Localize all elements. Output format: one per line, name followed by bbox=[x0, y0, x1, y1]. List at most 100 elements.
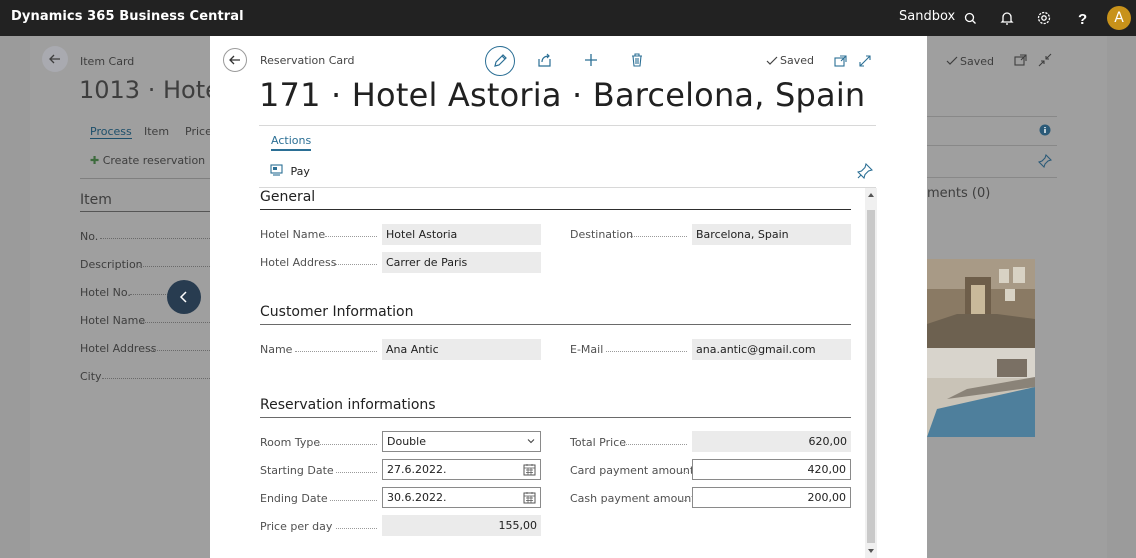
field-dots bbox=[130, 294, 170, 295]
card-content: General Hotel Name Hotel Astoria Hotel A… bbox=[250, 186, 876, 558]
section-customer-title[interactable]: Customer Information bbox=[260, 304, 414, 320]
background-divider bbox=[927, 145, 1057, 146]
field-dots bbox=[150, 350, 210, 351]
background-divider bbox=[927, 177, 1057, 178]
calendar-icon[interactable] bbox=[523, 491, 536, 504]
card-payment-label: Card payment amount bbox=[570, 464, 695, 477]
check-icon bbox=[766, 56, 778, 65]
room-type-select[interactable]: Double bbox=[382, 431, 541, 452]
section-reservation-title[interactable]: Reservation informations bbox=[260, 397, 436, 413]
cash-payment-field[interactable]: 200,00 bbox=[692, 487, 851, 508]
tab-actions[interactable]: Actions bbox=[271, 134, 312, 151]
background-check-icon bbox=[946, 56, 958, 65]
background-open-new-window-icon[interactable] bbox=[1014, 53, 1028, 67]
saved-status: Saved bbox=[780, 54, 814, 67]
edit-button[interactable] bbox=[485, 46, 515, 76]
background-field-city: City bbox=[80, 370, 102, 383]
section-customer-line bbox=[260, 324, 851, 325]
background-tab-process[interactable]: Process bbox=[90, 125, 132, 139]
email-field[interactable]: ana.antic@gmail.com bbox=[692, 339, 851, 360]
hotel-address-field[interactable]: Carrer de Paris bbox=[382, 252, 541, 273]
pin-icon[interactable] bbox=[857, 163, 873, 179]
bell-icon[interactable] bbox=[998, 9, 1016, 27]
hotel-address-label: Hotel Address bbox=[260, 256, 337, 269]
destination-label: Destination bbox=[570, 228, 634, 241]
field-dots bbox=[136, 266, 210, 267]
search-icon[interactable] bbox=[962, 9, 980, 27]
field-dots bbox=[102, 378, 210, 379]
background-attachments-label[interactable]: ments (0) bbox=[927, 186, 990, 201]
card-payment-field[interactable]: 420,00 bbox=[692, 459, 851, 480]
starting-date-value: 27.6.2022. bbox=[387, 463, 447, 476]
background-divider bbox=[927, 116, 1057, 117]
back-button[interactable] bbox=[223, 48, 247, 72]
destination-field[interactable]: Barcelona, Spain bbox=[692, 224, 851, 245]
field-dots bbox=[606, 351, 687, 352]
field-dots bbox=[295, 351, 377, 352]
field-dots bbox=[336, 528, 377, 529]
total-price-field[interactable]: 620,00 bbox=[692, 431, 851, 452]
avatar[interactable]: A bbox=[1107, 6, 1131, 30]
reservation-card-dialog: Reservation Card Saved 171 · Hotel Astor… bbox=[210, 36, 927, 558]
environment-label: Sandbox bbox=[899, 9, 956, 24]
background-pin-icon[interactable] bbox=[1038, 154, 1052, 168]
price-per-day-label: Price per day bbox=[260, 520, 333, 533]
customer-name-field[interactable]: Ana Antic bbox=[382, 339, 541, 360]
background-divider bbox=[80, 178, 210, 179]
pay-label: Pay bbox=[290, 165, 310, 178]
field-dots bbox=[680, 500, 687, 501]
help-icon[interactable]: ? bbox=[1073, 9, 1091, 27]
info-icon[interactable] bbox=[1039, 124, 1051, 136]
calendar-icon[interactable] bbox=[523, 463, 536, 476]
payment-icon bbox=[270, 164, 283, 176]
field-dots bbox=[334, 264, 377, 265]
background-field-hotel-name: Hotel Name bbox=[80, 314, 146, 327]
share-icon[interactable] bbox=[537, 52, 553, 68]
svg-text:?: ? bbox=[1078, 11, 1087, 27]
ending-date-value: 30.6.2022. bbox=[387, 491, 447, 504]
background-field-description: Description bbox=[80, 258, 143, 271]
field-dots bbox=[624, 444, 687, 445]
background-tab-item[interactable]: Item bbox=[144, 125, 169, 138]
background-back-button[interactable] bbox=[42, 46, 68, 72]
breadcrumb: Reservation Card bbox=[260, 54, 355, 67]
field-dots bbox=[330, 500, 377, 501]
plus-icon: ✚ bbox=[90, 154, 100, 167]
background-saved-label: Saved bbox=[960, 55, 994, 68]
starting-date-field[interactable]: 27.6.2022. bbox=[382, 459, 541, 480]
expand-icon[interactable] bbox=[857, 53, 873, 69]
section-general-title[interactable]: General bbox=[260, 189, 315, 205]
previous-record-button[interactable] bbox=[167, 280, 201, 314]
background-create-reservation[interactable]: ✚ Create reservation bbox=[90, 154, 205, 167]
field-dots bbox=[680, 472, 687, 473]
background-collapse-icon[interactable] bbox=[1038, 53, 1052, 67]
price-per-day-field[interactable]: 155,00 bbox=[382, 515, 541, 536]
chevron-down-icon bbox=[527, 439, 535, 444]
background-field-hotel-no: Hotel No. bbox=[80, 286, 131, 299]
back-arrow-icon bbox=[49, 54, 60, 64]
ending-date-field[interactable]: 30.6.2022. bbox=[382, 487, 541, 508]
field-dots bbox=[630, 236, 687, 237]
gear-icon[interactable] bbox=[1035, 9, 1053, 27]
new-icon[interactable] bbox=[583, 52, 599, 68]
app-title[interactable]: Dynamics 365 Business Central bbox=[11, 9, 244, 24]
room-type-value: Double bbox=[387, 435, 426, 448]
ending-date-label: Ending Date bbox=[260, 492, 328, 505]
field-dots bbox=[100, 238, 210, 239]
section-general-line bbox=[260, 209, 851, 210]
open-new-window-icon[interactable] bbox=[833, 53, 849, 69]
pay-button[interactable]: Pay bbox=[270, 164, 310, 178]
top-bar: Dynamics 365 Business Central Sandbox ? … bbox=[0, 0, 1136, 36]
pencil-icon bbox=[494, 54, 507, 67]
field-dots bbox=[336, 472, 377, 473]
hotel-name-field[interactable]: Hotel Astoria bbox=[382, 224, 541, 245]
total-price-label: Total Price bbox=[570, 436, 627, 449]
starting-date-label: Starting Date bbox=[260, 464, 334, 477]
delete-icon[interactable] bbox=[629, 52, 645, 68]
chevron-left-icon bbox=[179, 291, 187, 303]
background-breadcrumb: Item Card bbox=[80, 55, 135, 68]
page-title: 171 · Hotel Astoria · Barcelona, Spain bbox=[259, 76, 866, 114]
background-field-hotel-address: Hotel Address bbox=[80, 342, 157, 355]
customer-name-label: Name bbox=[260, 343, 293, 356]
title-divider bbox=[259, 125, 876, 126]
